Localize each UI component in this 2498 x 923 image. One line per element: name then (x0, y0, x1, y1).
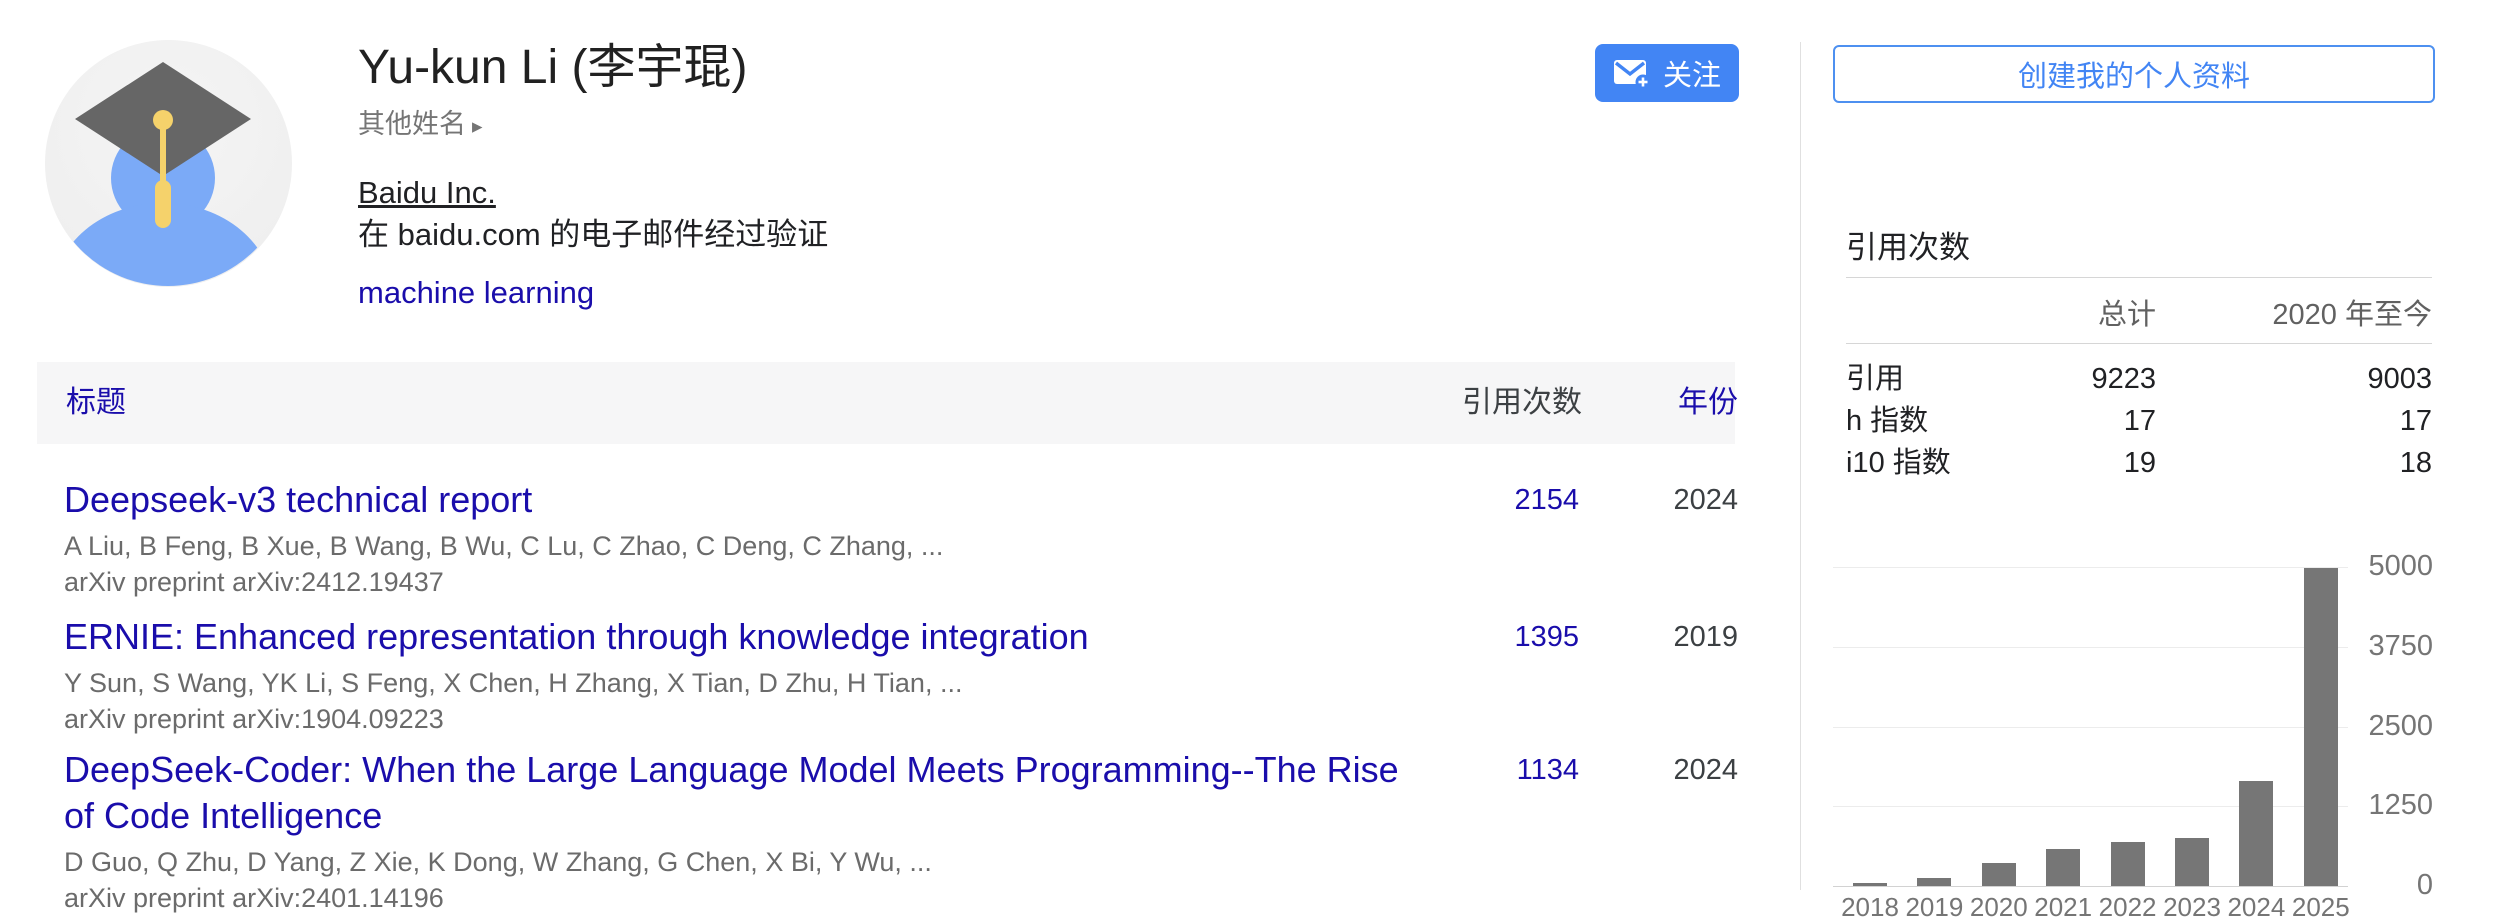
scholar-profile-page: { "profile": { "name": "Yu-kun Li (李宇琨)"… (0, 0, 2498, 922)
bar-2025[interactable] (2304, 568, 2338, 886)
metric-value-since: 17 (2192, 400, 2432, 442)
y-axis-tick-label: 2500 (2353, 710, 2433, 743)
other-names-label: 其他姓名 (358, 109, 466, 139)
article-year: 2019 (1618, 621, 1738, 654)
x-axis-tick-label: 2024 (2223, 892, 2289, 923)
metric-label: i10 指数 (1846, 442, 1951, 484)
affiliation-row: Baidu Inc. (358, 173, 828, 213)
create-profile-button[interactable]: 创建我的个人资料 (1833, 45, 2435, 103)
x-axis-tick-label: 2019 (1901, 892, 1967, 923)
y-axis-tick-label: 0 (2353, 869, 2433, 902)
bar-2019[interactable] (1917, 878, 1951, 886)
bar-2021[interactable] (2046, 849, 2080, 886)
other-names-toggle[interactable]: 其他姓名 ▸ (358, 108, 483, 143)
column-header-title[interactable]: 标题 (66, 362, 126, 444)
profile-info: Yu-kun Li (李宇琨) 其他姓名 ▸ Baidu Inc. 在 baidu… (358, 40, 828, 313)
article-authors: D Guo, Q Zhu, D Yang, Z Xie, K Dong, W Z… (64, 844, 1409, 880)
follow-button[interactable]: 关注 (1595, 44, 1739, 102)
profile-name: Yu-kun Li (李宇琨) (358, 40, 828, 96)
article-title-link[interactable]: DeepSeek-Coder: When the Large Language … (64, 747, 1409, 839)
metric-label: 引用 (1846, 358, 1904, 400)
articles-table-header: 标题 引用次数 年份 (37, 362, 1735, 444)
article-authors: A Liu, B Feng, B Xue, B Wang, B Wu, C Lu… (64, 528, 1409, 564)
gridline-y3750 (1833, 647, 2348, 648)
y-axis-tick-label: 3750 (2353, 630, 2433, 663)
article-authors: Y Sun, S Wang, YK Li, S Feng, X Chen, H … (64, 665, 1409, 701)
interest-link-machine-learning[interactable]: machine learning (358, 275, 594, 310)
article-title-link[interactable]: ERNIE: Enhanced representation through k… (64, 614, 1409, 660)
bar-2020[interactable] (1982, 863, 2016, 886)
article-venue: arXiv preprint arXiv:2401.14196 (64, 880, 1409, 916)
article-cited-by-link[interactable]: 1395 (1419, 621, 1579, 654)
bar-2018[interactable] (1853, 883, 1887, 886)
x-axis-tick-label: 2022 (2095, 892, 2161, 923)
article-cited-by-link[interactable]: 2154 (1419, 484, 1579, 517)
article-title-link[interactable]: Deepseek-v3 technical report (64, 477, 1409, 523)
gridline-y5000 (1833, 567, 2348, 568)
x-axis-tick-label: 2020 (1966, 892, 2032, 923)
article-row: DeepSeek-Coder: When the Large Language … (37, 747, 1735, 916)
article-row: Deepseek-v3 technical report A Liu, B Fe… (37, 477, 1735, 600)
affiliation-link[interactable]: Baidu Inc. (358, 175, 496, 210)
column-header-all: 总计 (1956, 296, 2156, 334)
gridline-y0 (1833, 886, 2348, 887)
citations-per-year-chart: 0125025003750500020182019202020212022202… (1833, 540, 2435, 922)
divider (1846, 343, 2432, 344)
article-row: ERNIE: Enhanced representation through k… (37, 614, 1735, 737)
metric-value-all: 9223 (1956, 358, 2156, 400)
graduate-avatar-icon (45, 40, 292, 287)
cited-by-rows: 引用 9223 9003 h 指数 17 17 i10 指数 19 18 (1846, 358, 2432, 484)
cited-by-row: 引用 9223 9003 (1846, 358, 2432, 400)
bar-2022[interactable] (2111, 842, 2145, 886)
metric-value-since: 18 (2192, 442, 2432, 484)
cited-by-row: h 指数 17 17 (1846, 400, 2432, 442)
y-axis-tick-label: 1250 (2353, 789, 2433, 822)
column-header-cited-by: 引用次数 (1462, 362, 1582, 444)
sidebar-divider (1800, 42, 1801, 890)
metric-value-since: 9003 (2192, 358, 2432, 400)
column-header-year[interactable]: 年份 (1585, 362, 1738, 444)
metric-value-all: 17 (1956, 400, 2156, 442)
cited-by-heading[interactable]: 引用次数 (1846, 222, 1970, 267)
x-axis-tick-label: 2023 (2159, 892, 2225, 923)
envelope-plus-icon (1613, 57, 1651, 89)
column-header-since: 2020 年至今 (2192, 296, 2432, 334)
verified-email: 在 baidu.com 的电子邮件经过验证 (358, 213, 828, 257)
x-axis-tick-label: 2021 (2030, 892, 2096, 923)
x-axis-tick-label: 2025 (2288, 892, 2354, 923)
article-year: 2024 (1618, 754, 1738, 787)
article-venue: arXiv preprint arXiv:1904.09223 (64, 701, 1409, 737)
article-cited-by-link[interactable]: 1134 (1419, 754, 1579, 787)
bar-2024[interactable] (2239, 781, 2273, 886)
x-axis-tick-label: 2018 (1837, 892, 1903, 923)
gridline-y2500 (1833, 727, 2348, 728)
article-venue: arXiv preprint arXiv:2412.19437 (64, 564, 1409, 600)
cited-by-row: i10 指数 19 18 (1846, 442, 2432, 484)
article-year: 2024 (1618, 484, 1738, 517)
metric-value-all: 19 (1956, 442, 2156, 484)
y-axis-tick-label: 5000 (2353, 550, 2433, 583)
divider (1846, 277, 2432, 278)
bar-2023[interactable] (2175, 838, 2209, 886)
metric-label: h 指数 (1846, 400, 1928, 442)
avatar (45, 40, 292, 287)
follow-button-label: 关注 (1663, 52, 1721, 94)
chevron-right-icon: ▸ (472, 115, 483, 138)
cited-by-column-headers: 总计 2020 年至今 (1846, 296, 2432, 334)
